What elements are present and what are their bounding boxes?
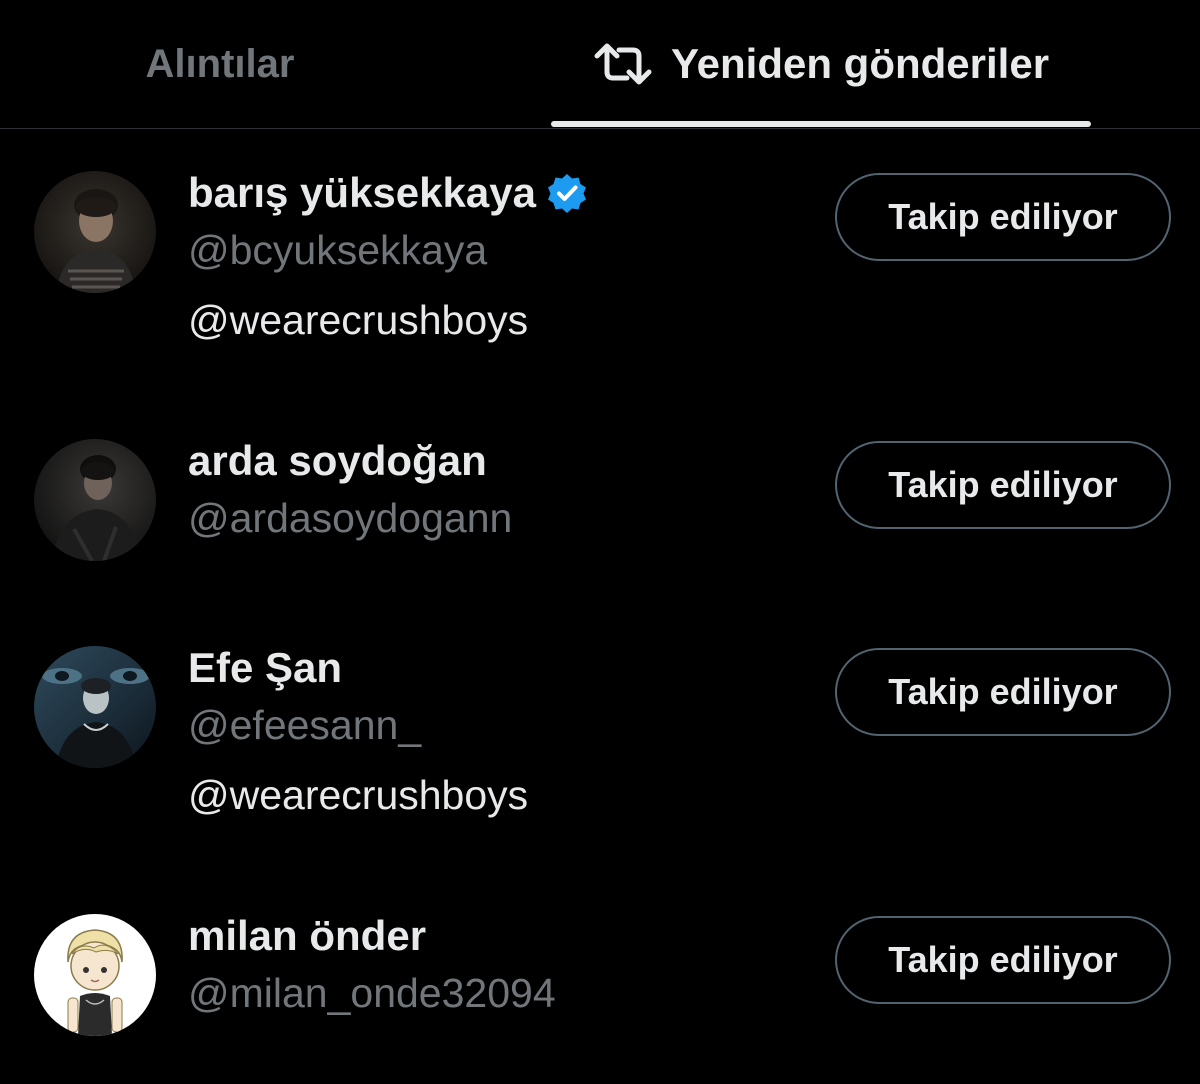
tab-quotes[interactable]: Alıntılar [0, 0, 440, 128]
name-line: barış yüksekkaya [188, 165, 588, 221]
avatar[interactable] [34, 646, 156, 768]
reposts-screen: Alıntılar Yeniden gönderiler barış yükse… [0, 0, 1200, 1084]
tab-reposts-label: Yeniden gönderiler [670, 40, 1050, 87]
display-name[interactable]: arda soydoğan [188, 437, 487, 485]
verified-badge-icon [546, 172, 588, 214]
following-button[interactable]: Takip ediliyor [835, 648, 1171, 736]
following-button[interactable]: Takip ediliyor [835, 173, 1171, 261]
following-button[interactable]: Takip ediliyor [835, 916, 1171, 1004]
user-handle[interactable]: @bcyuksekkaya [188, 227, 487, 274]
user-bio[interactable]: @wearecrushboys [188, 297, 528, 344]
active-tab-indicator [551, 121, 1091, 127]
avatar[interactable] [34, 439, 156, 561]
user-handle[interactable]: @efeesann_ [188, 702, 421, 749]
avatar[interactable] [34, 171, 156, 293]
avatar[interactable] [34, 914, 156, 1036]
display-name[interactable]: Efe Şan [188, 644, 342, 692]
tab-reposts[interactable]: Yeniden gönderiler [551, 0, 1091, 128]
repost-icon [593, 42, 653, 86]
display-name[interactable]: milan önder [188, 912, 426, 960]
user-bio[interactable]: @wearecrushboys [188, 772, 528, 819]
following-button[interactable]: Takip ediliyor [835, 441, 1171, 529]
user-handle[interactable]: @ardasoydogann [188, 495, 512, 542]
name-line: milan önder [188, 908, 426, 964]
tab-quotes-label: Alıntılar [145, 41, 295, 86]
name-line: Efe Şan [188, 640, 342, 696]
user-handle[interactable]: @milan_onde32094 [188, 970, 556, 1017]
display-name[interactable]: barış yüksekkaya [188, 169, 536, 217]
tab-bar: Alıntılar Yeniden gönderiler [0, 0, 1200, 129]
name-line: arda soydoğan [188, 433, 487, 489]
